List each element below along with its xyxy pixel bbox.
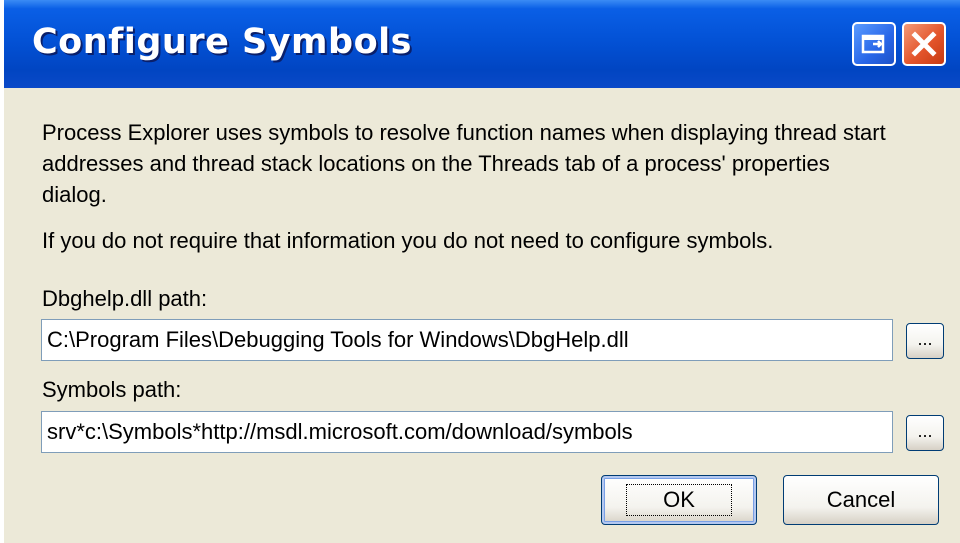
restore-button[interactable] xyxy=(852,22,896,66)
title-bar[interactable]: Configure Symbols xyxy=(4,0,960,88)
dbghelp-browse-button[interactable]: ... xyxy=(906,323,944,359)
close-icon xyxy=(911,31,937,57)
cancel-button[interactable]: Cancel xyxy=(783,475,939,525)
dbghelp-path-label: Dbghelp.dll path: xyxy=(42,286,208,311)
intro-line-1: Process Explorer uses symbols to resolve… xyxy=(42,120,886,145)
ok-button[interactable]: OK xyxy=(601,475,757,525)
intro-text: Process Explorer uses symbols to resolve… xyxy=(42,117,942,210)
window-title: Configure Symbols xyxy=(32,22,412,62)
symbols-browse-button[interactable]: ... xyxy=(906,415,944,451)
symbols-path-input[interactable]: srv*c:\Symbols*http://msdl.microsoft.com… xyxy=(41,411,893,453)
close-button[interactable] xyxy=(902,22,946,66)
configure-symbols-dialog: Configure Symbols Process Explorer uses … xyxy=(4,0,960,543)
ok-button-label: OK xyxy=(626,484,732,516)
symbols-path-label: Symbols path: xyxy=(42,377,182,402)
note-text: If you do not require that information y… xyxy=(42,228,774,253)
restore-icon xyxy=(861,34,885,54)
intro-line-3: dialog. xyxy=(42,182,107,207)
dbghelp-path-input[interactable]: C:\Program Files\Debugging Tools for Win… xyxy=(41,319,893,361)
intro-line-2: addresses and thread stack locations on … xyxy=(42,151,830,176)
